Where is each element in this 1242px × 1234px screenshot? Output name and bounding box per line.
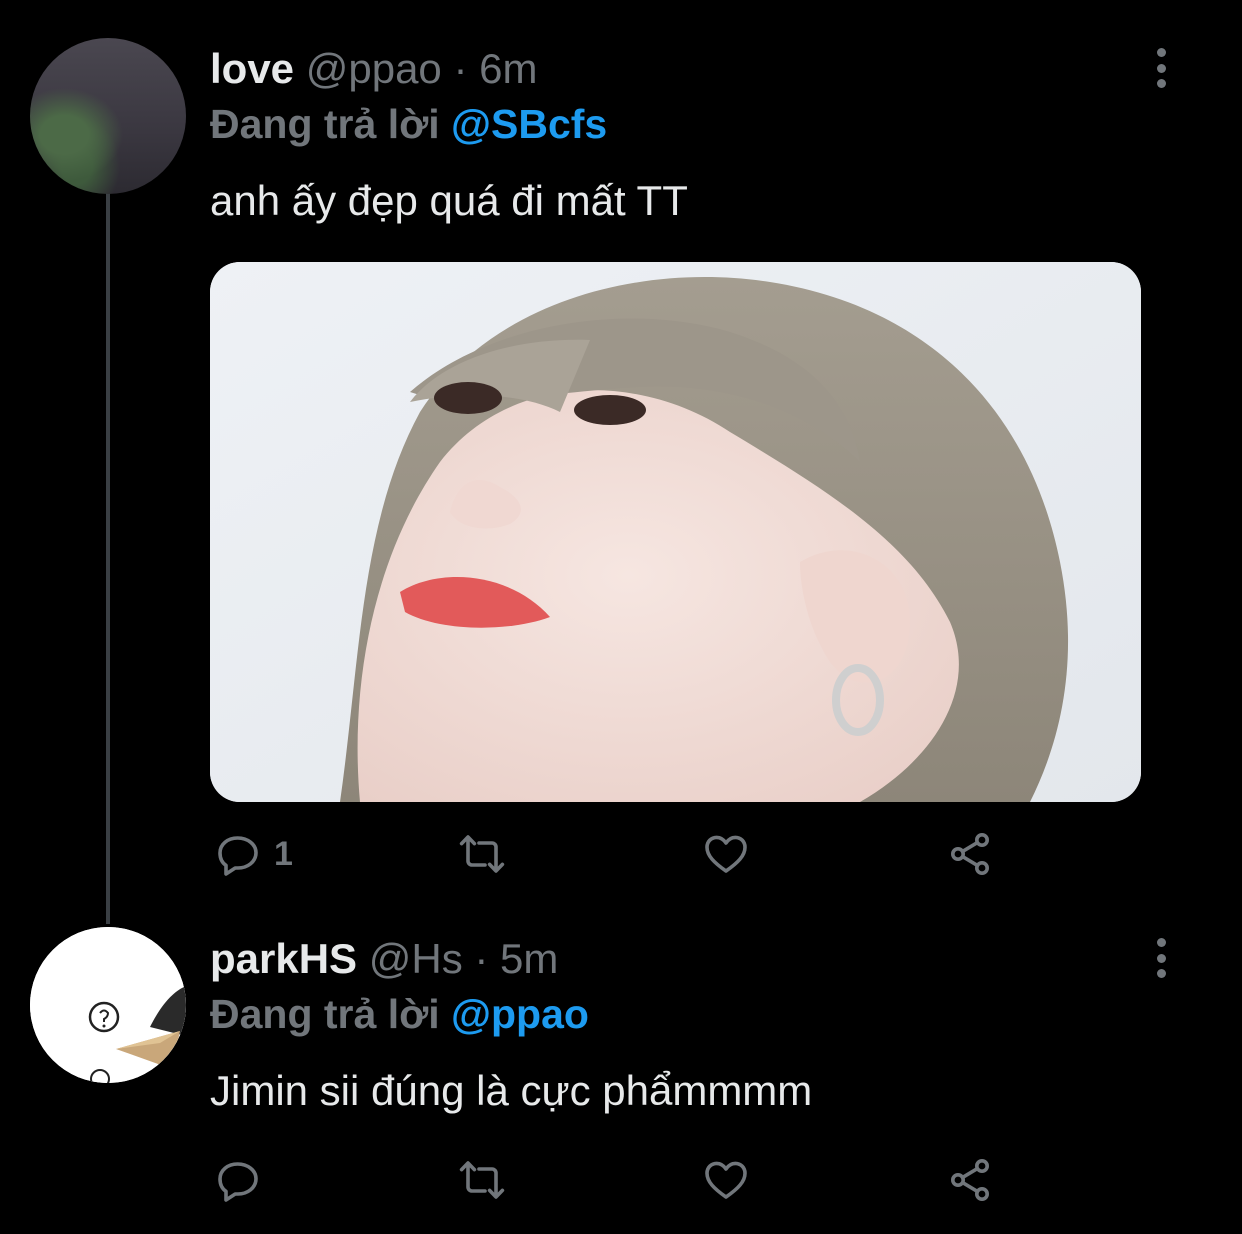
- mention-link[interactable]: @SBcfs: [451, 101, 607, 147]
- reply-icon: [218, 1162, 258, 1202]
- separator-dot: ·: [453, 45, 468, 92]
- retweet-button[interactable]: [458, 830, 506, 878]
- reply-icon: [218, 836, 258, 876]
- avatar[interactable]: [30, 38, 186, 194]
- share-button[interactable]: [946, 1156, 994, 1204]
- tweet-media-image[interactable]: [210, 262, 1141, 802]
- share-icon: [951, 833, 989, 875]
- retweet-icon: [459, 835, 505, 873]
- like-icon: [705, 1161, 747, 1199]
- separator-dot: ·: [474, 935, 489, 982]
- avatar[interactable]: [30, 927, 186, 1083]
- display-name[interactable]: parkHS: [210, 935, 357, 982]
- share-button[interactable]: [946, 830, 994, 878]
- more-options-button[interactable]: [1146, 48, 1176, 88]
- mention-link[interactable]: @ppao: [451, 991, 589, 1037]
- timestamp[interactable]: 6m: [479, 45, 537, 92]
- reply-button[interactable]: 1: [214, 830, 293, 878]
- replying-to: Đang trả lời @SBcfs: [210, 104, 607, 145]
- tweet-header: love @ppao · 6m: [210, 48, 538, 90]
- display-name[interactable]: love: [210, 45, 294, 92]
- photo-portrait: [210, 262, 1141, 802]
- user-handle[interactable]: @Hs: [369, 935, 463, 982]
- tweet-text: Jimin sii đúng là cực phẩmmmm: [210, 1067, 813, 1114]
- like-icon: [705, 835, 747, 873]
- share-icon: [951, 1159, 989, 1201]
- retweet-icon: [459, 1161, 505, 1199]
- user-handle[interactable]: @ppao: [306, 45, 442, 92]
- like-button[interactable]: [702, 830, 750, 878]
- replying-to: Đang trả lời @ppao: [210, 994, 589, 1035]
- thread-connector-line: [106, 192, 110, 924]
- more-icon: [1156, 938, 1166, 947]
- more-options-button[interactable]: [1146, 938, 1176, 978]
- tweet-text: anh ấy đẹp quá đi mất TT: [210, 177, 688, 224]
- replying-to-label: Đang trả lời: [210, 101, 440, 147]
- timestamp[interactable]: 5m: [500, 935, 558, 982]
- more-icon: [1156, 48, 1166, 57]
- reply-button[interactable]: [214, 1156, 262, 1204]
- like-button[interactable]: [702, 1156, 750, 1204]
- retweet-button[interactable]: [458, 1156, 506, 1204]
- avatar-illustration: [30, 927, 186, 1083]
- reply-count: 1: [274, 834, 293, 873]
- replying-to-label: Đang trả lời: [210, 991, 440, 1037]
- tweet-header: parkHS @Hs · 5m: [210, 938, 558, 980]
